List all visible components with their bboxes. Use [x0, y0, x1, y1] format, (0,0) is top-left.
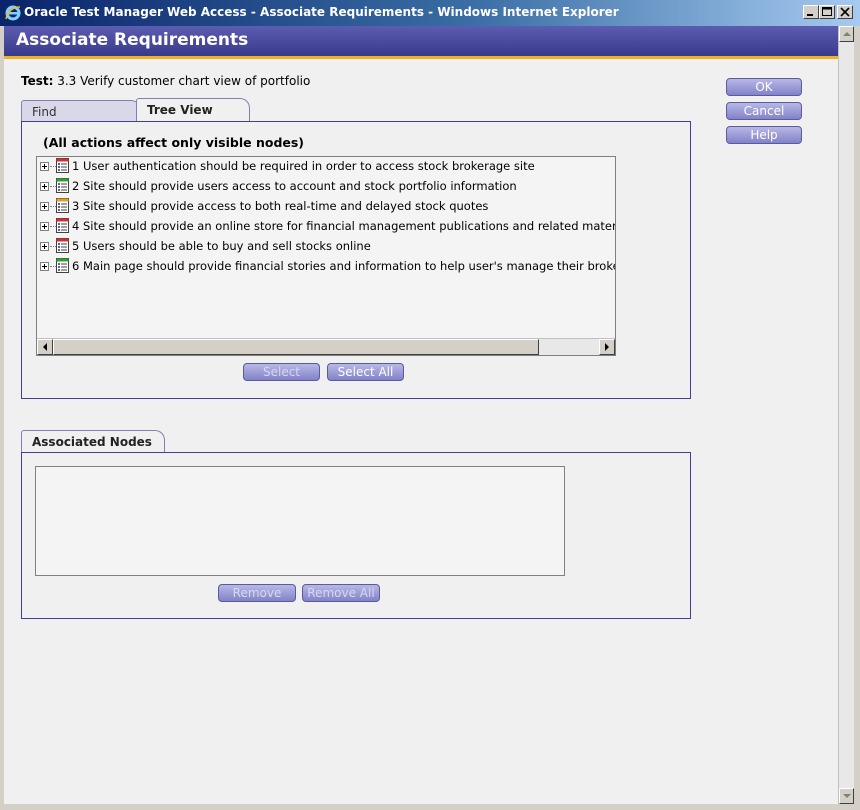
- requirement-icon: [56, 158, 69, 173]
- close-button[interactable]: [837, 5, 853, 19]
- test-label: Test:: [21, 74, 54, 88]
- associated-nodes-panel: Remove Remove All: [21, 452, 691, 619]
- select-button[interactable]: Select: [243, 363, 320, 381]
- scroll-right-button[interactable]: [599, 339, 615, 355]
- expand-icon[interactable]: [40, 262, 49, 271]
- tab-tree-view[interactable]: Tree View: [136, 98, 250, 122]
- arrow-down-icon: [843, 794, 851, 798]
- tree-node-label[interactable]: 4 Site should provide an online store fo…: [72, 219, 615, 233]
- requirements-tree: 1 User authentication should be required…: [36, 156, 616, 356]
- expand-icon[interactable]: [40, 182, 49, 191]
- ok-button[interactable]: OK: [726, 78, 802, 96]
- requirement-icon: [56, 218, 69, 233]
- maximize-icon: [822, 7, 832, 16]
- scroll-up-button[interactable]: [839, 26, 854, 42]
- maximize-button[interactable]: [819, 5, 835, 19]
- cancel-button[interactable]: Cancel: [726, 102, 802, 120]
- scroll-left-button[interactable]: [37, 339, 53, 355]
- arrow-up-icon: [843, 32, 851, 36]
- tree-node-label[interactable]: 1 User authentication should be required…: [72, 159, 535, 173]
- minimize-icon: [807, 14, 813, 16]
- tab-associated-nodes[interactable]: Associated Nodes: [21, 430, 165, 452]
- expand-icon[interactable]: [40, 242, 49, 251]
- associated-nodes-list[interactable]: [35, 466, 565, 576]
- tree-node-label[interactable]: 2 Site should provide users access to ac…: [72, 179, 517, 193]
- close-icon: [840, 7, 850, 17]
- scroll-down-button[interactable]: [839, 788, 854, 804]
- test-value: 3.3 Verify customer chart view of portfo…: [53, 74, 311, 88]
- requirement-icon: [56, 238, 69, 253]
- requirement-icon: [56, 258, 69, 273]
- expand-icon[interactable]: [40, 202, 49, 211]
- tree-node-label[interactable]: 3 Site should provide access to both rea…: [72, 199, 488, 213]
- expand-icon[interactable]: [40, 222, 49, 231]
- minimize-button[interactable]: [803, 5, 819, 19]
- remove-all-button[interactable]: Remove All: [302, 584, 380, 602]
- tab-find[interactable]: Find: [21, 100, 141, 122]
- tree-node-label[interactable]: 6 Main page should provide financial sto…: [72, 259, 615, 273]
- page-header: Associate Requirements: [4, 26, 838, 59]
- page-content: Associate Requirements Test: 3.3 Verify …: [4, 26, 838, 804]
- arrow-left-icon: [43, 343, 47, 351]
- test-info: Test: 3.3 Verify customer chart view of …: [21, 74, 310, 88]
- window-title: Oracle Test Manager Web Access - Associa…: [24, 5, 619, 19]
- scroll-thumb[interactable]: [53, 339, 539, 355]
- help-button[interactable]: Help: [726, 126, 802, 144]
- window-titlebar: Oracle Test Manager Web Access - Associa…: [0, 0, 860, 26]
- select-all-button[interactable]: Select All: [327, 363, 404, 381]
- visible-nodes-note: (All actions affect only visible nodes): [43, 135, 305, 150]
- internet-explorer-icon: [5, 5, 21, 21]
- requirement-icon: [56, 178, 69, 193]
- page-title: Associate Requirements: [16, 30, 249, 50]
- tree-view-panel: (All actions affect only visible nodes) …: [21, 121, 691, 399]
- tree-node-label[interactable]: 5 Users should be able to buy and sell s…: [72, 239, 371, 253]
- expand-icon[interactable]: [40, 162, 49, 171]
- tree-horizontal-scrollbar[interactable]: [37, 338, 615, 355]
- arrow-right-icon: [605, 343, 609, 351]
- remove-button[interactable]: Remove: [218, 584, 296, 602]
- page-vertical-scrollbar[interactable]: [838, 26, 854, 804]
- requirement-icon: [56, 198, 69, 213]
